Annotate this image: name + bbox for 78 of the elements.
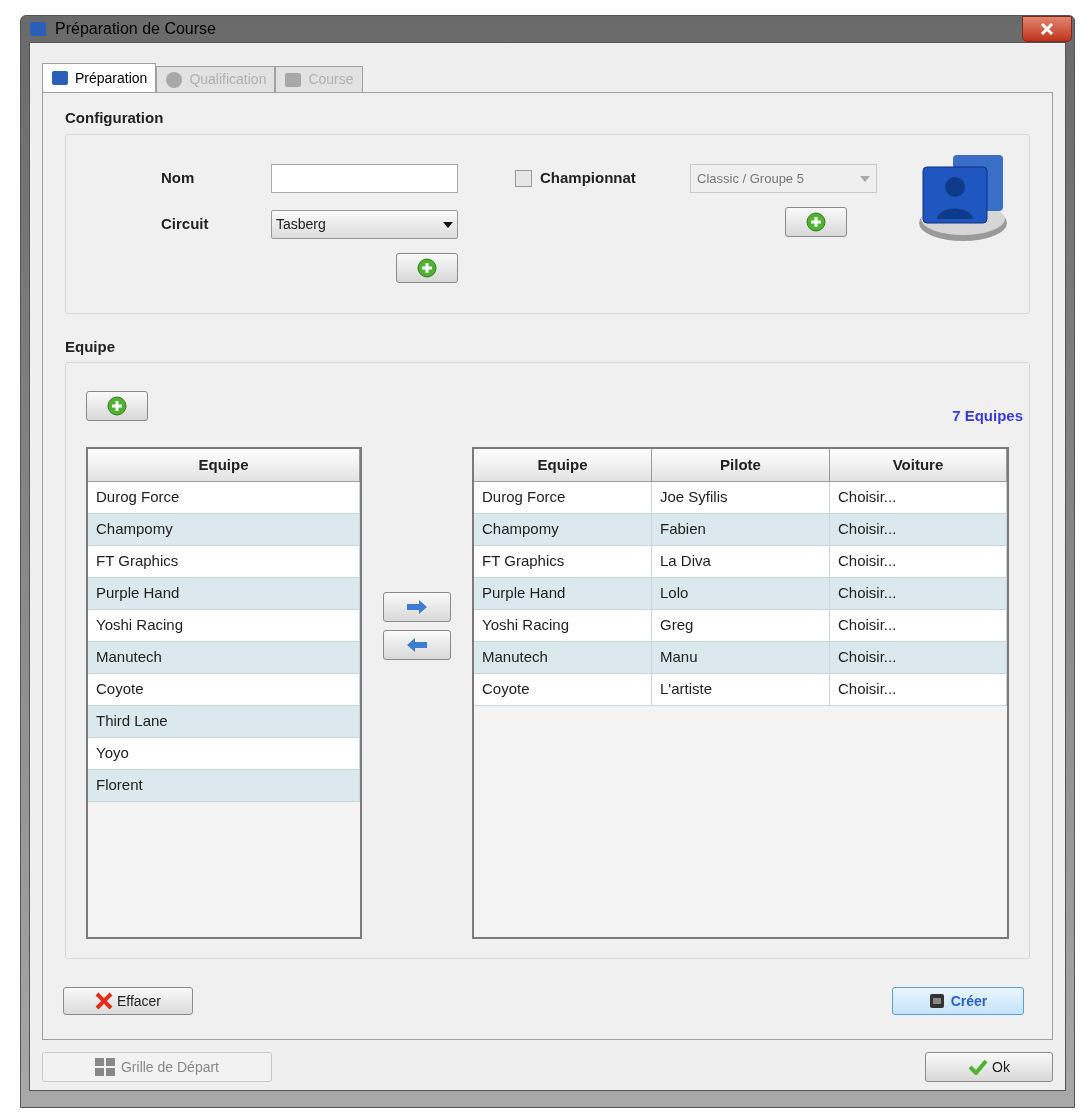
checkmark-icon	[968, 1059, 989, 1075]
list-item: Yoshi Racing	[88, 610, 360, 641]
table-row[interactable]: Coyote L'artiste Choisir...	[474, 674, 1007, 706]
caret-icon	[443, 221, 453, 228]
table-cell: Choisir...	[830, 482, 1007, 513]
table-cell: La Diva	[652, 546, 830, 577]
group-title: Equipe	[65, 336, 116, 357]
table-cell: Durog Force	[474, 482, 652, 513]
championnat-checkbox[interactable]	[515, 170, 532, 187]
cross-icon	[94, 992, 113, 1010]
list-item: Durog Force	[88, 482, 360, 513]
table-cell: Fabien	[652, 514, 830, 545]
table-row[interactable]: FT Graphics La Diva Choisir...	[474, 546, 1007, 578]
plus-icon	[107, 396, 127, 416]
caret-icon	[860, 175, 870, 182]
field-label: Nom	[161, 168, 196, 189]
list-item: Champomy	[88, 514, 360, 545]
circle-icon	[165, 70, 184, 89]
table-cell: Lolo	[652, 578, 830, 609]
left-arrow-icon	[407, 638, 427, 652]
table-row[interactable]: Yoshi Racing Greg Choisir...	[474, 610, 1007, 642]
field-label: Circuit	[161, 214, 210, 235]
ok-button[interactable]: Ok	[925, 1052, 1053, 1082]
list-item: FT Graphics	[88, 546, 360, 577]
table-row[interactable]: Purple Hand Lolo Choisir...	[474, 578, 1007, 610]
group-title: Configuration	[65, 108, 165, 128]
move-left-button[interactable]	[383, 630, 451, 660]
add-button[interactable]	[785, 206, 847, 237]
square-icon	[51, 69, 69, 87]
circuit-dropdown[interactable]: Tasberg	[271, 210, 458, 239]
right-arrow-icon	[407, 600, 427, 614]
film-icon	[928, 993, 945, 1009]
team-count: 7 Equipes	[952, 405, 1023, 426]
table-cell: Yoshi Racing	[474, 610, 652, 641]
table-cell: L'artiste	[652, 674, 830, 705]
plus-icon	[806, 211, 826, 232]
table-cell: Choisir...	[830, 674, 1007, 705]
nom-field[interactable]	[271, 164, 458, 193]
list-item: Yoyo	[88, 738, 360, 769]
add-button[interactable]	[396, 252, 458, 283]
table-cell: Champomy	[474, 514, 652, 545]
table-cell: Joe Syfilis	[652, 482, 830, 513]
square-icon	[29, 20, 47, 38]
list-item: Coyote	[88, 674, 360, 705]
move-right-button[interactable]	[383, 592, 451, 622]
column-header[interactable]: Pilote	[652, 449, 830, 482]
square-icon	[284, 70, 303, 89]
list-item: Manutech	[88, 642, 360, 673]
column-header[interactable]: Equipe	[88, 449, 360, 482]
effacer-button[interactable]: Effacer	[63, 987, 193, 1015]
table-cell: Choisir...	[830, 610, 1007, 641]
table-cell: Manu	[652, 642, 830, 673]
table-cell: Choisir...	[830, 514, 1007, 545]
table-cell: Purple Hand	[474, 578, 652, 609]
creer-button[interactable]: Créer	[892, 987, 1024, 1015]
list-item: Florent	[88, 770, 360, 801]
table-cell: Choisir...	[830, 546, 1007, 577]
table-row[interactable]: Manutech Manu Choisir...	[474, 642, 1007, 674]
grid-icon	[94, 1058, 115, 1076]
window-title: Préparation de Course	[55, 19, 216, 39]
list-item: Third Lane	[88, 706, 360, 737]
column-header[interactable]: Voiture	[830, 449, 1007, 482]
close-button[interactable]	[1022, 16, 1072, 42]
column-header[interactable]: Equipe	[474, 449, 652, 482]
table-cell: Greg	[652, 610, 830, 641]
table-row[interactable]: Champomy Fabien Choisir...	[474, 514, 1007, 546]
list-item: Purple Hand	[88, 578, 360, 609]
table-cell: Manutech	[474, 642, 652, 673]
add-button[interactable]	[86, 391, 148, 421]
table-cell: Coyote	[474, 674, 652, 705]
checkbox-label: Championnat	[540, 168, 637, 189]
table-cell: Choisir...	[830, 642, 1007, 673]
plus-icon	[417, 257, 437, 278]
tab[interactable]: Préparation	[42, 63, 157, 92]
table-row[interactable]: Durog Force Joe Syfilis Choisir...	[474, 482, 1007, 514]
table-cell: Choisir...	[830, 578, 1007, 609]
close-icon	[1040, 23, 1054, 35]
table-cell: FT Graphics	[474, 546, 652, 577]
